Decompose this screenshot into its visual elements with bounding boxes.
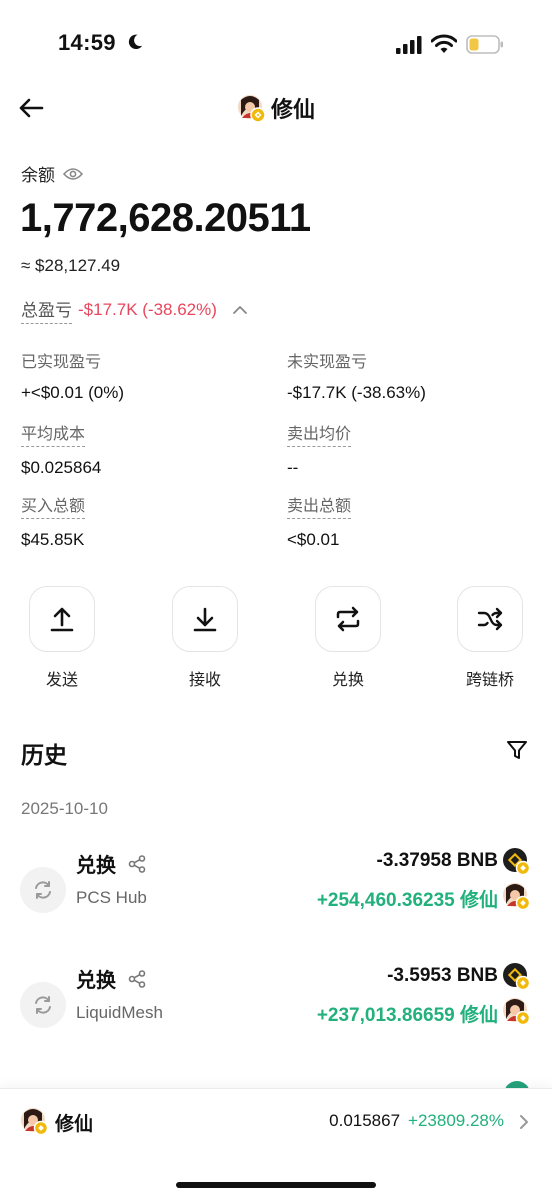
token-price-row[interactable]: 修仙 0.015867 +23809.28% (0, 1105, 552, 1139)
token-price-value: 0.015867 (329, 1111, 401, 1130)
page-title: 修仙 (270, 97, 315, 122)
history-item[interactable]: 兑换 PCS Hub -3.37958 BNB +254,460.36235 修… (0, 845, 552, 935)
shuffle-icon (477, 607, 503, 631)
receive-button[interactable]: 接收 (170, 586, 240, 690)
swap-label: 兑换 (331, 672, 364, 689)
balance-amount: 1,772,628.20511 (20, 196, 311, 240)
avg-cost-value: $0.025864 (21, 458, 102, 477)
unrealized-pnl-label: 未实现盈亏 (287, 354, 368, 371)
status-bar: 14:59 (0, 0, 552, 90)
bridge-label: 跨链桥 (465, 672, 514, 689)
avg-sell-value: -- (287, 458, 299, 477)
chevron-up-icon[interactable] (233, 305, 247, 315)
bridge-button[interactable]: 跨链桥 (455, 586, 525, 690)
avg-sell-price: 卖出均价 -- (287, 420, 352, 478)
token-avatar-icon (503, 998, 530, 1025)
tx-out-amount: -3.5953 BNB (387, 965, 498, 986)
balance-usd: ≈ $28,127.49 (21, 256, 121, 275)
avg-cost-label: 平均成本 (21, 420, 86, 447)
usdt-coin-icon (504, 1081, 530, 1088)
total-sell-value: <$0.01 (287, 530, 340, 549)
refresh-icon (35, 881, 51, 899)
bridge-icon-box[interactable] (457, 586, 523, 652)
swap-arrows-icon (336, 606, 360, 632)
send-button[interactable]: 发送 (27, 586, 97, 690)
history-item-partial (0, 1076, 552, 1088)
total-pnl-label: 总盈亏 (21, 296, 72, 324)
moon-icon (128, 34, 143, 50)
swap-button[interactable]: 兑换 (313, 586, 383, 690)
home-indicator (176, 1182, 376, 1188)
swap-icon-box[interactable] (315, 586, 381, 652)
total-sell-label: 卖出总额 (287, 492, 352, 519)
eye-icon[interactable] (63, 167, 83, 181)
swap-circle-icon (20, 867, 66, 913)
avg-sell-label: 卖出均价 (287, 420, 352, 447)
wifi-icon (431, 34, 457, 53)
funnel-icon[interactable] (505, 738, 529, 762)
bnb-coin-icon (503, 848, 530, 875)
balance-label-row: 余额 (21, 161, 83, 186)
token-name: 修仙 (55, 1114, 94, 1135)
chevron-right-icon[interactable] (518, 1114, 530, 1130)
status-time: 14:59 (58, 30, 116, 55)
token-avatar-icon (503, 883, 530, 910)
realized-pnl: 已实现盈亏 +<$0.01 (0%) (21, 348, 124, 403)
receive-label: 接收 (188, 672, 221, 689)
history-date: 2025-10-10 (21, 799, 108, 818)
unrealized-pnl-value: -$17.7K (-38.63%) (287, 383, 426, 402)
token-price: 0.015867 +23809.28% (329, 1111, 504, 1131)
cellular-signal-icon (396, 36, 422, 54)
tx-in-amount: +254,460.36235 修仙 (316, 890, 498, 911)
total-pnl-value: -$17.7K (-38.62%) (78, 300, 217, 319)
tx-source: LiquidMesh (76, 1003, 163, 1022)
battery-icon (466, 35, 503, 54)
tx-type-label: 兑换 (76, 855, 116, 877)
tx-out-amount: -3.37958 BNB (376, 850, 498, 871)
realized-pnl-value: +<$0.01 (0%) (21, 383, 125, 402)
token-price-change: +23809.28% (408, 1111, 504, 1130)
balance-label: 余额 (21, 166, 55, 185)
share-icon[interactable] (128, 854, 146, 873)
tx-type: 兑换 (76, 964, 146, 993)
share-icon[interactable] (128, 969, 146, 988)
upload-arrow-icon (50, 607, 74, 632)
total-pnl-row[interactable]: 总盈亏 -$17.7K (-38.62%) (21, 296, 247, 324)
total-buy-value: $45.85K (21, 530, 85, 549)
refresh-icon (35, 996, 51, 1014)
tx-type: 兑换 (76, 849, 146, 878)
total-buy: 买入总额 $45.85K (21, 492, 86, 550)
total-buy-label: 买入总额 (21, 492, 86, 519)
total-sell: 卖出总额 <$0.01 (287, 492, 352, 550)
avg-cost: 平均成本 $0.025864 (21, 420, 101, 478)
token-avatar (21, 1108, 48, 1135)
tx-type-label: 兑换 (76, 970, 116, 992)
realized-pnl-label: 已实现盈亏 (21, 354, 102, 371)
receive-icon-box[interactable] (172, 586, 238, 652)
history-title: 历史 (21, 742, 67, 768)
unrealized-pnl: 未实现盈亏 -$17.7K (-38.63%) (287, 348, 426, 403)
bnb-coin-icon (503, 963, 530, 990)
tx-source: PCS Hub (76, 888, 147, 907)
page-header: 修仙 (0, 92, 552, 124)
tx-in-amount: +237,013.86659 修仙 (316, 1005, 498, 1026)
send-label: 发送 (45, 672, 78, 689)
swap-circle-icon (20, 982, 66, 1028)
download-arrow-icon (193, 607, 217, 632)
token-avatar (237, 95, 265, 122)
send-icon-box[interactable] (29, 586, 95, 652)
history-item[interactable]: 兑换 LiquidMesh -3.5953 BNB +237,013.86659… (0, 960, 552, 1050)
